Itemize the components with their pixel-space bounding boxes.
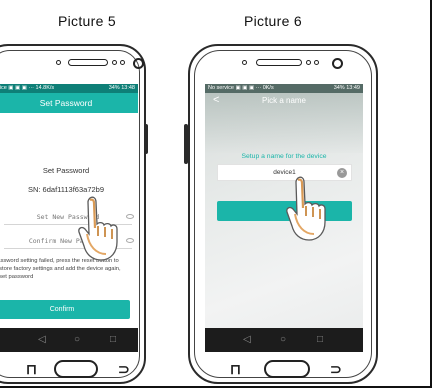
status-left: vice ▣ ▣ ▣ ··· 14.8K/s: [0, 85, 55, 91]
status-right: 34% 13:48: [108, 85, 135, 91]
hardware-home-button[interactable]: [264, 360, 310, 378]
eye-icon[interactable]: [126, 238, 134, 243]
sensor-icon: [56, 60, 61, 65]
hardware-recent-key-icon[interactable]: ⊓: [230, 362, 241, 376]
status-bar: No service ▣ ▣ ▣ ··· 0K/s 34% 13:49: [205, 84, 363, 93]
nav-recent-icon[interactable]: □: [317, 334, 323, 346]
sensor-icon: [314, 60, 319, 65]
caption-picture-5: Picture 5: [58, 13, 116, 29]
nav-home-icon[interactable]: ○: [280, 334, 286, 346]
nav-home-icon[interactable]: ○: [74, 334, 80, 346]
hand-pointer-icon: [286, 176, 326, 241]
phone-picture-5: vice ▣ ▣ ▣ ··· 14.8K/s 34% 13:48 Set Pas…: [0, 44, 148, 384]
page-title: Set Password: [0, 93, 138, 113]
android-nav-bar: ◁ ○ □: [0, 328, 138, 352]
side-button: [184, 124, 188, 164]
status-left: No service ▣ ▣ ▣ ··· 0K/s: [208, 85, 274, 91]
confirm-button[interactable]: Confirm: [0, 300, 130, 319]
nav-back-icon[interactable]: ◁: [243, 334, 251, 346]
sensor-icon: [112, 60, 117, 65]
front-camera-icon: [133, 58, 144, 69]
caption-picture-6: Picture 6: [244, 13, 302, 29]
serial-number: SN: 6daf1113f63a72b9: [27, 185, 105, 194]
status-bar: vice ▣ ▣ ▣ ··· 14.8K/s 34% 13:48: [0, 84, 138, 93]
hardware-home-button[interactable]: [54, 360, 98, 378]
speaker-icon: [68, 59, 108, 66]
sensor-icon: [120, 60, 125, 65]
set-password-heading: Set Password: [42, 166, 90, 175]
sensor-icon: [242, 60, 247, 65]
phone-picture-6: No service ▣ ▣ ▣ ··· 0K/s 34% 13:49 < Pi…: [184, 44, 378, 384]
nav-recent-icon[interactable]: □: [110, 334, 116, 346]
side-button: [144, 124, 148, 154]
front-camera-icon: [332, 58, 343, 69]
hardware-recent-key-icon[interactable]: ⊓: [26, 362, 37, 376]
nav-back-icon[interactable]: ◁: [38, 334, 46, 346]
eye-icon[interactable]: [126, 214, 134, 219]
android-nav-bar: ◁ ○ □: [205, 328, 363, 352]
clear-icon[interactable]: ×: [337, 168, 347, 178]
hardware-back-key-icon[interactable]: ⊃: [118, 362, 130, 376]
sensor-icon: [306, 60, 311, 65]
page-title: Pick a name: [261, 96, 307, 105]
status-right: 34% 13:49: [333, 85, 360, 91]
speaker-icon: [256, 59, 302, 66]
frame-right-border: [430, 0, 432, 388]
setup-name-label: Setup a name for the device: [241, 153, 327, 160]
hand-pointer-icon: [78, 196, 118, 261]
hardware-back-key-icon[interactable]: ⊃: [330, 362, 342, 376]
